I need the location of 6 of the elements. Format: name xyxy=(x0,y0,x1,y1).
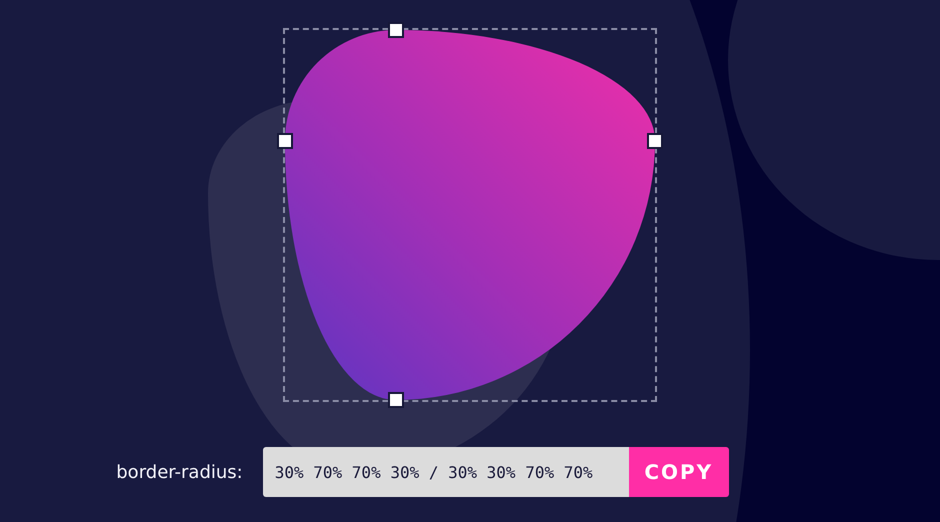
resize-handle[interactable] xyxy=(277,133,293,149)
resize-handle[interactable] xyxy=(388,392,404,408)
css-value-field[interactable]: 30% 70% 70% 30% / 30% 30% 70% 70% xyxy=(262,447,629,497)
field-label: border-radius: xyxy=(116,462,243,482)
resize-handle[interactable] xyxy=(647,133,663,149)
resize-handle[interactable] xyxy=(388,22,404,38)
